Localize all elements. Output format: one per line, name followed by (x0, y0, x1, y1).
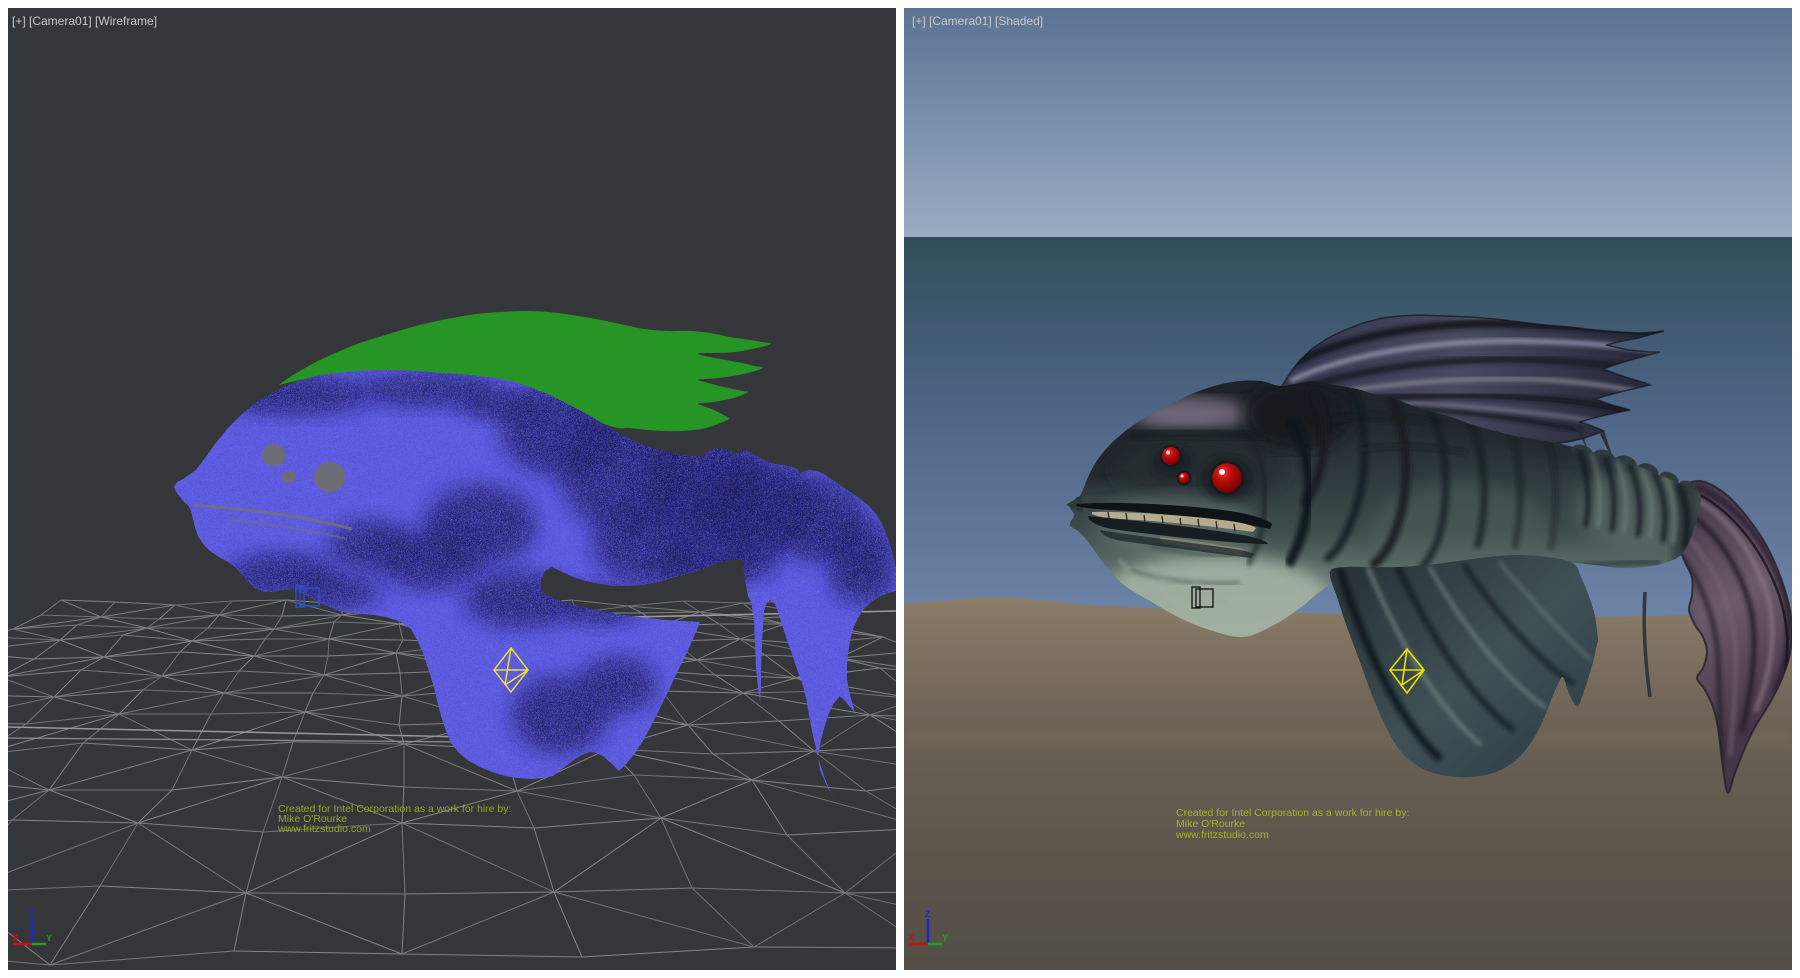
svg-text:[+] [Camera01] [Shaded]: [+] [Camera01] [Shaded] (912, 14, 1043, 28)
svg-text:www.fritzstudio.com: www.fritzstudio.com (277, 823, 371, 835)
svg-text:www.fritzstudio.com: www.fritzstudio.com (1175, 829, 1269, 841)
svg-text:Z: Z (925, 909, 931, 919)
svg-text:Z: Z (29, 909, 35, 919)
svg-text:X: X (908, 933, 914, 943)
svg-text:X: X (12, 933, 18, 943)
svg-text:Y: Y (942, 933, 948, 943)
svg-text:Y: Y (46, 933, 52, 943)
svg-text:[+] [Camera01] [Wireframe]: [+] [Camera01] [Wireframe] (12, 14, 157, 28)
